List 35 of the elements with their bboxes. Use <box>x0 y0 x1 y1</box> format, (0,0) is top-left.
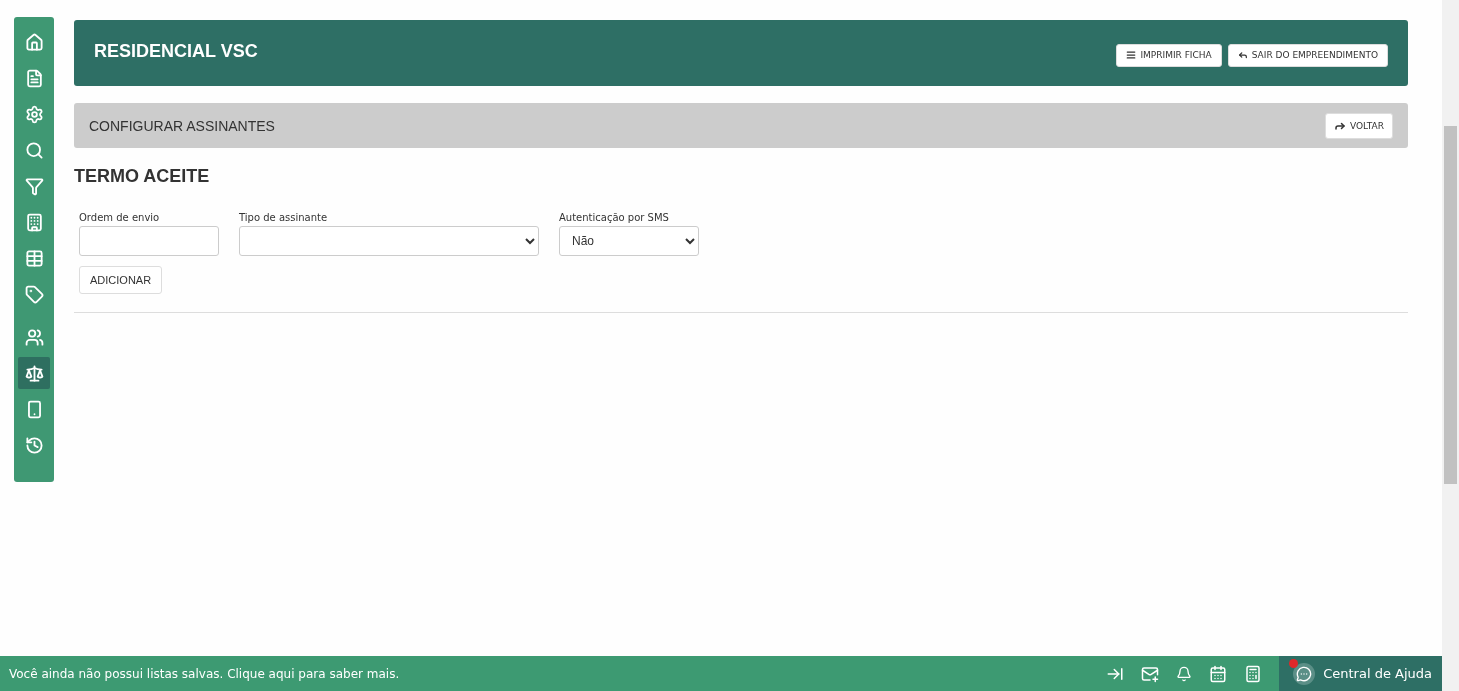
history-icon <box>24 435 44 455</box>
notification-dot <box>1289 659 1299 668</box>
exit-button[interactable]: SAIR DO EMPREENDIMENTO <box>1227 43 1388 67</box>
scale-icon <box>24 363 44 383</box>
calculator-icon[interactable] <box>1244 664 1263 683</box>
lines-icon <box>1126 50 1137 60</box>
document-icon <box>24 68 44 88</box>
filter-icon <box>24 176 44 196</box>
sidebar-item[interactable] <box>18 357 50 389</box>
field-label: Ordem de envio <box>79 212 161 223</box>
help-center-button[interactable]: Central de Ajuda <box>1279 656 1442 691</box>
field-label: Autenticação por SMS <box>559 212 670 223</box>
scrollbar[interactable] <box>1442 0 1459 691</box>
project-title: RESIDENCIAL VSC <box>94 40 258 62</box>
select-field[interactable] <box>239 226 539 256</box>
print-button[interactable]: IMPRIMIR FICHA <box>1116 43 1222 67</box>
subheader-title: CONFIGURAR ASSINANTES <box>89 117 275 134</box>
field-label: Tipo de assinante <box>239 212 329 223</box>
bell-icon[interactable] <box>1176 665 1193 682</box>
building-icon <box>24 212 44 232</box>
select-field[interactable]: Não <box>559 226 699 256</box>
input-field[interactable] <box>79 226 219 256</box>
tag-icon <box>24 284 44 304</box>
people-icon <box>24 327 44 347</box>
calendar-icon[interactable] <box>1209 664 1228 683</box>
reply-icon <box>1237 50 1248 60</box>
search-icon <box>24 140 44 160</box>
section-title: TERMO ACEITE <box>74 166 211 187</box>
table-icon <box>24 248 44 268</box>
home-icon <box>24 32 44 52</box>
chat-icon <box>1293 662 1316 685</box>
add-button[interactable]: ADICIONAR <box>79 266 163 294</box>
back-button[interactable]: VOLTAR <box>1324 112 1393 139</box>
mail-icon[interactable] <box>1141 664 1160 683</box>
settings-icon <box>24 104 44 124</box>
